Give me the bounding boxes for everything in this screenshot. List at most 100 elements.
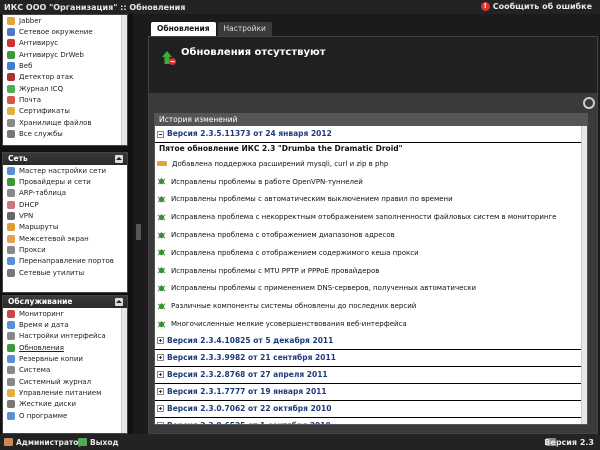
exit-button[interactable]: Выход — [78, 438, 119, 447]
sidebar-item[interactable]: VPN — [3, 210, 127, 221]
sidebar-item[interactable]: Антивирус DrWeb — [3, 49, 127, 60]
power-icon — [7, 389, 15, 398]
sidebar-item[interactable]: Детектор атак — [3, 72, 127, 83]
interface-settings-icon — [7, 332, 15, 341]
tab-settings[interactable]: Настройки — [217, 22, 272, 36]
settings-gear-icon[interactable] — [583, 97, 595, 109]
maintenance-panel: Обслуживание Мониторинг Время и дата Настр… — [2, 295, 128, 434]
info-icon — [7, 411, 15, 420]
sidebar-item[interactable]: Управление питанием — [3, 387, 127, 398]
sidebar-item-label: Маршруты — [19, 223, 59, 232]
sidebar-item[interactable]: Жесткие диски — [3, 399, 127, 410]
sidebar-item[interactable]: ARP-таблица — [3, 188, 127, 199]
version-label: Версия 2.3.3.9982 от 21 сентября 2011 — [167, 352, 336, 362]
tab-updates[interactable]: Обновления — [151, 22, 216, 36]
expand-icon[interactable] — [157, 337, 164, 345]
sidebar-item[interactable]: Jabber — [3, 15, 127, 26]
mail-icon — [7, 96, 15, 105]
change-text: Исправлены проблемы с MTU PPTP и PPPoE п… — [171, 266, 380, 275]
sidebar-item-label: Сертификаты — [19, 107, 70, 116]
sidebar-item-label: Прокси — [19, 246, 46, 255]
version-row[interactable]: Версия 2.3.0.7062 от 22 октября 2010 — [155, 401, 583, 418]
monitoring-icon — [7, 309, 15, 318]
network-wizard-icon — [7, 166, 15, 175]
version-row[interactable]: Версия 2.3.4.10825 от 5 декабря 2011 — [155, 333, 583, 350]
bugfix-icon — [157, 231, 166, 239]
sidebar-item-label: Провайдеры и сети — [19, 178, 91, 187]
sidebar-item[interactable]: Мониторинг — [3, 308, 127, 319]
sidebar-item-label: Резервные копии — [19, 355, 83, 364]
sidebar-item[interactable]: Антивирус — [3, 38, 127, 49]
sidebar-item[interactable]: Провайдеры и сети — [3, 176, 127, 187]
sidebar-item[interactable]: Системный журнал — [3, 376, 127, 387]
collapse-maintenance-button[interactable] — [115, 298, 123, 306]
sidebar-item[interactable]: Настройки интерфейса — [3, 331, 127, 342]
expand-icon[interactable] — [157, 371, 164, 379]
sidebar-item[interactable]: Сертификаты — [3, 106, 127, 117]
expand-icon[interactable] — [157, 388, 164, 396]
version-label: Версия 2.3.0.7062 от 22 октября 2010 — [167, 403, 332, 413]
sidebar-item-label: Антивирус — [19, 39, 59, 48]
report-error-link[interactable]: ! Сообщить об ошибке — [480, 2, 592, 11]
services-list: Jabber Сетевое окружение Антивирус Антивиру… — [3, 15, 127, 140]
sidebar-item[interactable]: О программе — [3, 410, 127, 421]
sidebar-item[interactable]: Система — [3, 365, 127, 376]
sidebar-item[interactable]: Резервные копии — [3, 353, 127, 364]
change-text: Исправлена проблема с отображением диапа… — [171, 231, 395, 240]
sidebar-item[interactable]: DHCP — [3, 199, 127, 210]
new-feature-icon — [157, 161, 167, 167]
sidebar-item[interactable]: Межсетевой экран — [3, 233, 127, 244]
sidebar-item[interactable]: Прокси — [3, 244, 127, 255]
expand-icon[interactable] — [157, 354, 164, 362]
version-row[interactable]: Версия 2.3.2.8768 от 27 апреля 2011 — [155, 367, 583, 384]
change-item: Исправлены проблемы с автоматическим вык… — [155, 191, 583, 209]
version-row[interactable]: Версия 2.3.0.6525 от 1 сентября 2010 — [155, 418, 583, 424]
sidebar-item[interactable]: Сетевое окружение — [3, 26, 127, 37]
history-header: История изменений — [155, 114, 587, 126]
port-forwarding-icon — [7, 257, 15, 266]
sidebar-item-label: DHCP — [19, 200, 39, 209]
sidebar-item[interactable]: Мастер настройки сети — [3, 165, 127, 176]
sidebar-item-label: Жесткие диски — [19, 400, 77, 409]
change-item: Различные компоненты системы обновлены д… — [155, 297, 583, 315]
sidebar-item-label: Управление питанием — [19, 389, 102, 398]
sidebar-splitter[interactable] — [133, 14, 145, 434]
maintenance-scrollbar[interactable] — [121, 308, 127, 433]
user-menu[interactable]: Администратор — [4, 438, 84, 447]
network-tools-icon — [7, 268, 15, 277]
collapse-network-button[interactable] — [115, 155, 123, 163]
network-panel-header[interactable]: Сеть — [3, 153, 127, 165]
release-title: Пятое обновление ИКС 2.3 "Drumba the Dra… — [159, 144, 403, 153]
history-scrollbar[interactable] — [581, 126, 587, 424]
splitter-grip[interactable] — [136, 224, 141, 240]
sidebar-item[interactable]: Время и дата — [3, 319, 127, 330]
sidebar-item[interactable]: Сетевые утилиты — [3, 267, 127, 278]
sidebar-item[interactable]: Перенаправление портов — [3, 256, 127, 267]
bugfix-icon — [157, 267, 166, 274]
sidebar-item[interactable]: Почта — [3, 94, 127, 105]
alert-icon: ! — [480, 2, 490, 11]
expand-icon[interactable] — [157, 405, 164, 413]
version-row[interactable]: Версия 2.3.3.9982 от 21 сентября 2011 — [155, 350, 583, 367]
change-text: Различные компоненты системы обновлены д… — [171, 302, 417, 311]
collapse-icon[interactable] — [157, 130, 164, 138]
version-row-expanded[interactable]: Версия 2.3.5.11373 от 24 января 2012 — [155, 126, 583, 143]
providers-icon — [7, 178, 15, 187]
dhcp-icon — [7, 200, 15, 209]
sidebar-item[interactable]: Хранилище файлов — [3, 117, 127, 128]
sidebar-item[interactable]: Все службы — [3, 128, 127, 139]
sidebar-item[interactable]: Веб — [3, 60, 127, 71]
version-row[interactable]: Версия 2.3.1.7777 от 19 января 2011 — [155, 384, 583, 401]
icq-icon — [7, 84, 15, 93]
sidebar-item-label: Детектор атак — [19, 73, 74, 82]
maintenance-panel-header[interactable]: Обслуживание — [3, 296, 127, 308]
change-text: Исправлены проблемы в работе OpenVPN-тун… — [171, 177, 363, 186]
drweb-icon — [7, 50, 15, 59]
sidebar-item[interactable]: Журнал ICQ — [3, 83, 127, 94]
sidebar-item[interactable]: Маршруты — [3, 222, 127, 233]
bugfix-icon — [157, 213, 166, 221]
sidebar-item[interactable]: Обновления — [3, 342, 127, 353]
expand-icon[interactable] — [157, 422, 164, 424]
services-scrollbar[interactable] — [121, 15, 127, 145]
change-item: Исправлена проблема с некорректным отобр… — [155, 208, 583, 226]
